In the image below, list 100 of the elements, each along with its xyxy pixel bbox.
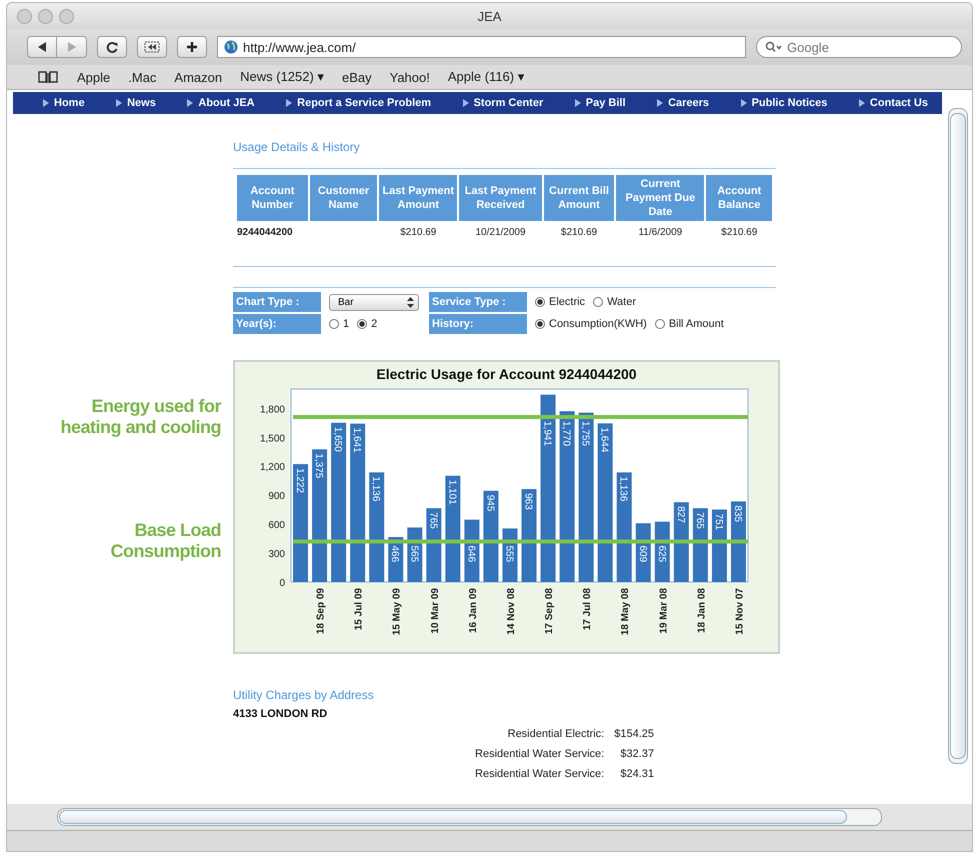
- radio-button[interactable]: [357, 319, 368, 329]
- snapback-button[interactable]: [137, 36, 167, 58]
- bar-value-label: 765: [694, 512, 705, 529]
- section-heading: Utility Charges by Address: [233, 688, 375, 702]
- bar-value-label: 1,755: [580, 420, 591, 446]
- stepper-icon: [407, 296, 414, 308]
- left-arrow-icon: [36, 41, 48, 53]
- bookmark-link[interactable]: eBay: [342, 70, 372, 84]
- add-bookmark-button[interactable]: [177, 36, 207, 58]
- triangle-bullet-icon: [858, 99, 865, 107]
- nav-link[interactable]: Pay Bill: [586, 97, 626, 109]
- search-icon: [765, 41, 783, 53]
- x-tick-label: 14 Nov 08: [506, 588, 517, 635]
- option-label: Bill Amount: [668, 318, 724, 330]
- triangle-bullet-icon: [43, 99, 49, 107]
- charge-label: Residential Water Service:: [475, 768, 604, 780]
- search-field[interactable]: Google: [756, 36, 962, 58]
- table-cell-text: 10/21/2009: [474, 226, 527, 240]
- bar-value-label: 827: [674, 506, 686, 523]
- nav-link[interactable]: Public Notices: [752, 97, 828, 109]
- address-field[interactable]: http://www.jea.com/: [217, 36, 746, 58]
- option-label: Electric: [549, 296, 586, 308]
- rewind-icon: [144, 41, 160, 53]
- horizontal-scrollbar[interactable]: [57, 808, 882, 826]
- nav-link[interactable]: Careers: [668, 97, 710, 109]
- section-heading: Usage Details & History: [233, 140, 361, 154]
- table-cell-text: $210.69: [399, 226, 438, 240]
- triangle-bullet-icon: [286, 99, 292, 107]
- nav-link[interactable]: Report a Service Problem: [297, 97, 432, 109]
- bar-value-label: 751: [712, 514, 724, 530]
- bar-value-label: 1,644: [598, 427, 610, 452]
- bar-value-label: 1,641: [351, 428, 362, 453]
- nav-link[interactable]: News: [127, 97, 156, 109]
- column-header: Account Number: [237, 175, 308, 221]
- column-header: Last Payment Amount: [379, 175, 458, 221]
- y-tick-label: 0: [279, 578, 285, 589]
- radio-button[interactable]: [593, 297, 604, 307]
- field-label: Service Type :: [429, 292, 527, 312]
- column-header: Customer Name: [310, 175, 378, 221]
- triangle-bullet-icon: [740, 99, 747, 107]
- radio-button[interactable]: [535, 319, 545, 329]
- y-tick-label: 900: [268, 491, 285, 502]
- bar-value-label: 945: [484, 494, 496, 512]
- bar-value-label: 835: [732, 505, 743, 522]
- field-label: Year(s):: [233, 314, 321, 334]
- y-tick-label: 1,200: [260, 462, 285, 474]
- option-label: 1: [343, 318, 350, 330]
- x-tick-label: 10 Mar 09: [430, 588, 441, 634]
- x-tick-label: 19 Mar 08: [658, 588, 670, 634]
- x-tick-label: 16 Jan 09: [468, 588, 479, 634]
- option-label: 2: [371, 318, 378, 330]
- nav-link[interactable]: Home: [54, 97, 85, 109]
- bar-value-label: 565: [408, 545, 420, 562]
- radio-button[interactable]: [535, 297, 545, 307]
- field-label: History:: [429, 314, 527, 334]
- bar-value-label: 1,650: [332, 426, 344, 452]
- chart-title: Electric Usage for Account 9244044200: [376, 366, 637, 382]
- charge-amount: $154.25: [614, 728, 654, 740]
- bar-value-label: 555: [503, 545, 514, 562]
- vertical-scrollbar[interactable]: [948, 108, 968, 764]
- x-tick-label: 15 May 09: [392, 588, 403, 636]
- bar-value-label: 1,770: [560, 420, 572, 446]
- window-title: JEA: [476, 8, 502, 24]
- table-cell-text: $210.69: [560, 226, 598, 240]
- nav-link[interactable]: About JEA: [198, 97, 255, 109]
- bar-value-label: 646: [465, 545, 476, 562]
- x-tick-label: 18 Sep 09: [316, 588, 327, 634]
- radio-button[interactable]: [329, 319, 339, 329]
- bar-value-label: 1,375: [313, 453, 324, 478]
- triangle-bullet-icon: [187, 99, 194, 107]
- x-tick-label: 18 Jan 08: [696, 588, 708, 634]
- bar-value-label: 1,101: [446, 480, 458, 505]
- y-tick-label: 1,500: [260, 433, 285, 444]
- field-label: Chart Type :: [233, 292, 321, 312]
- charge-amount: $24.31: [619, 768, 654, 780]
- bookmark-link[interactable]: Apple: [77, 70, 110, 84]
- globe-icon: [224, 40, 238, 54]
- bookmark-link[interactable]: Amazon: [174, 70, 222, 84]
- nav-link[interactable]: Storm Center: [474, 97, 544, 109]
- radio-button[interactable]: [654, 319, 665, 329]
- bar-value-label: 625: [656, 545, 667, 562]
- chart-type-select[interactable]: Bar: [329, 294, 419, 310]
- address-text: 4133 LONDON RD: [233, 708, 328, 720]
- back-button[interactable]: [27, 36, 57, 58]
- nav-link[interactable]: Contact Us: [870, 97, 928, 109]
- bookmark-link[interactable]: .Mac: [128, 70, 156, 84]
- annotation-label: Base Load Consumption: [110, 520, 221, 562]
- x-tick-label: 15 Jul 09: [354, 588, 365, 630]
- annotation-label: Energy used for heating and cooling: [60, 396, 221, 438]
- x-tick-label: 18 May 08: [620, 588, 632, 636]
- bookmark-link[interactable]: Yahoo!: [390, 70, 430, 84]
- bookmark-link[interactable]: Apple (116) ▾: [448, 69, 524, 85]
- bookmarks-book-icon[interactable]: [37, 70, 59, 84]
- table-cell-text: 9244044200: [237, 226, 294, 240]
- charge-label: Residential Water Service:: [475, 748, 604, 760]
- triangle-bullet-icon: [657, 99, 664, 107]
- option-label: Consumption(KWH): [549, 318, 647, 330]
- bookmark-link[interactable]: News (1252) ▾: [240, 69, 324, 85]
- reload-button[interactable]: [97, 36, 127, 58]
- x-tick-label: 17 Jul 08: [582, 588, 594, 630]
